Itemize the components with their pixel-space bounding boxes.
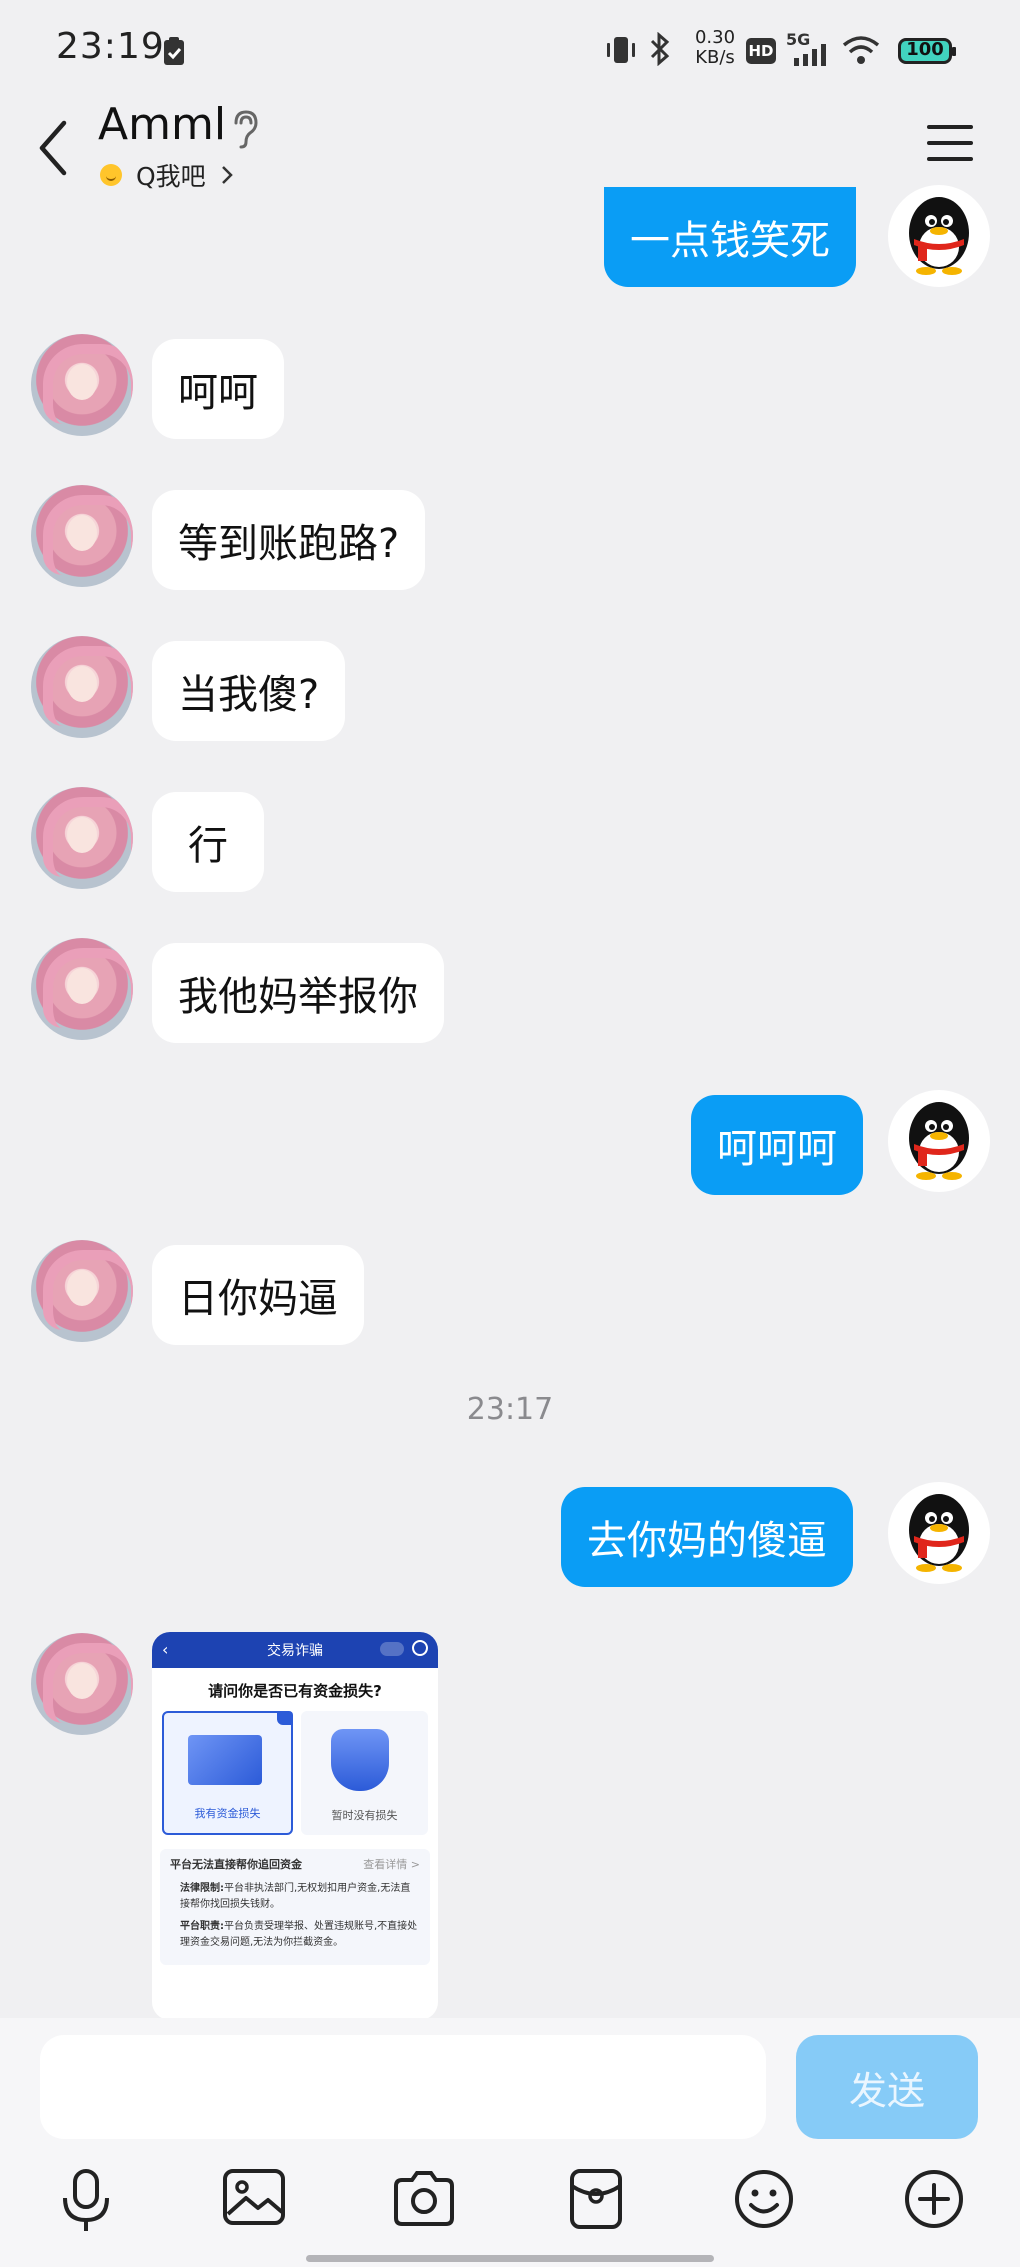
image-back-icon: ‹ — [162, 1640, 169, 1659]
avatar-contact[interactable] — [31, 485, 133, 587]
contact-name[interactable]: Amml — [98, 99, 226, 150]
avatar-contact[interactable] — [31, 636, 133, 738]
image-title: 交易诈骗 — [267, 1643, 323, 1659]
card-icon — [188, 1735, 262, 1785]
battery-level: 100 — [906, 39, 944, 60]
contact-status-text: Q我吧 — [136, 162, 206, 191]
message-bubble-incoming[interactable]: 行 — [152, 792, 264, 892]
menu-icon[interactable] — [925, 123, 975, 163]
input-bar: 发送 — [0, 2018, 1020, 2267]
qq-penguin-icon — [909, 197, 969, 275]
network-speed: 0.30 KB/s — [690, 28, 740, 68]
smile-icon — [100, 164, 122, 186]
image-option-loss: 我有资金损失 — [162, 1711, 293, 1835]
avatar-self[interactable] — [888, 1482, 990, 1584]
avatar-contact[interactable] — [31, 938, 133, 1040]
shield-icon — [331, 1729, 389, 1791]
avatar-self[interactable] — [888, 185, 990, 287]
message-bubble-outgoing[interactable]: 一点钱笑死 — [604, 187, 856, 287]
avatar-contact[interactable] — [31, 334, 133, 436]
emoji-icon[interactable] — [733, 2168, 795, 2230]
signal-icon — [794, 44, 826, 66]
contact-status[interactable]: Q我吧 — [100, 157, 234, 193]
message-bubble-incoming[interactable]: 我他妈举报你 — [152, 943, 444, 1043]
image-message[interactable]: ‹ 交易诈骗 请问你是否已有资金损失? 我有资金损失 暂时没有损失 平台无法直接… — [152, 1632, 438, 2020]
hearing-icon[interactable] — [230, 109, 260, 149]
message-bubble-incoming[interactable]: 呵呵 — [152, 339, 284, 439]
network-speed-unit: KB/s — [695, 47, 735, 68]
image-options: 我有资金损失 暂时没有损失 — [152, 1711, 438, 1835]
message-bubble-incoming[interactable]: 当我傻? — [152, 641, 346, 741]
microphone-icon[interactable] — [60, 2168, 112, 2234]
chevron-right-icon — [221, 166, 233, 184]
check-icon — [277, 1711, 293, 1725]
bluetooth-icon — [650, 32, 670, 66]
image-info-heading: 平台无法直接帮你追回资金 — [170, 1858, 302, 1871]
image-point-1-label: 法律限制: — [180, 1883, 224, 1894]
image-close-icon — [412, 1640, 428, 1656]
message-timestamp: 23:17 — [466, 1392, 554, 1427]
camera-icon[interactable] — [392, 2168, 456, 2228]
message-input[interactable] — [40, 2035, 766, 2139]
status-bar: 23:19 0.30 KB/s HD 5G 100 — [0, 0, 1020, 95]
message-bubble-outgoing[interactable]: 去你妈的傻逼 — [561, 1487, 853, 1587]
chat-header: Amml Q我吧 — [0, 95, 1020, 205]
image-info-link: 查看详情 > — [363, 1858, 420, 1871]
plus-icon[interactable] — [903, 2168, 965, 2230]
image-option-no-loss-label: 暂时没有损失 — [331, 1809, 398, 1822]
message-bubble-incoming[interactable]: 日你妈逼 — [152, 1245, 364, 1345]
image-icon[interactable] — [222, 2168, 286, 2228]
image-option-no-loss: 暂时没有损失 — [301, 1711, 428, 1835]
back-icon[interactable] — [34, 117, 74, 179]
qq-penguin-icon — [909, 1102, 969, 1180]
vibrate-icon — [607, 37, 635, 63]
image-more-icon — [380, 1642, 404, 1656]
send-button[interactable]: 发送 — [796, 2035, 978, 2139]
home-indicator[interactable] — [306, 2255, 714, 2262]
avatar-self[interactable] — [888, 1090, 990, 1192]
battery-icon: 100 — [898, 38, 956, 64]
image-option-loss-label: 我有资金损失 — [194, 1807, 261, 1820]
image-title-bar: ‹ 交易诈骗 — [152, 1632, 438, 1668]
image-question: 请问你是否已有资金损失? — [208, 1682, 382, 1700]
qq-penguin-icon — [909, 1494, 969, 1572]
clipboard-check-icon — [164, 37, 184, 65]
hd-icon: HD — [746, 38, 776, 64]
red-packet-icon[interactable] — [568, 2168, 624, 2230]
message-bubble-outgoing[interactable]: 呵呵呵 — [691, 1095, 863, 1195]
avatar-contact[interactable] — [31, 1633, 133, 1735]
avatar-contact[interactable] — [31, 787, 133, 889]
avatar-contact[interactable] — [31, 1240, 133, 1342]
wifi-icon — [842, 36, 880, 64]
image-info-box: 平台无法直接帮你追回资金 查看详情 > 法律限制:平台非执法部门,无权划扣用户资… — [160, 1849, 430, 1965]
status-time: 23:19 — [56, 26, 165, 67]
network-speed-value: 0.30 — [694, 27, 736, 48]
message-bubble-incoming[interactable]: 等到账跑路? — [152, 490, 426, 590]
image-point-2-label: 平台职责: — [180, 1921, 224, 1932]
